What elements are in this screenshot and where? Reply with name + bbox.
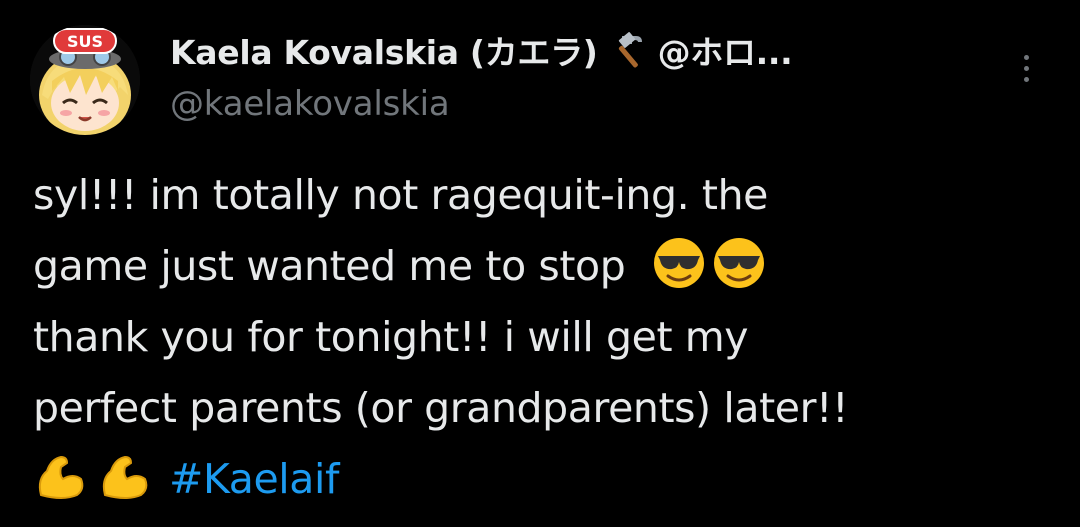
name-handle-suffix: @ホロ... xyxy=(657,33,793,72)
avatar-badge-text: SUS xyxy=(67,32,103,51)
display-name[interactable]: Kaela Kovalskia (カエラ) xyxy=(170,26,598,74)
flexed-biceps-icon xyxy=(33,449,87,503)
username[interactable]: @kaelakovalskia xyxy=(170,84,990,124)
tweet-header: Kaela Kovalskia (カエラ) @ホロ... @kaelakoval… xyxy=(170,22,990,124)
tweet-line-3: thank you for tonight!! i will get my xyxy=(33,313,749,361)
tweet-body: syl!!! im totally not ragequit-ing. the … xyxy=(33,160,1043,515)
more-dot xyxy=(1023,65,1029,71)
avatar[interactable]: SUS xyxy=(30,25,140,135)
tweet-line-2: game just wanted me to stop xyxy=(33,231,1043,302)
hammer-icon xyxy=(608,28,652,72)
avatar-image: SUS xyxy=(30,25,140,135)
smiling-face-with-sunglasses-icon xyxy=(652,236,706,290)
tweet-card: SUS Kaela Kovalskia (カエラ) @ホロ... @kaelak… xyxy=(0,0,1080,527)
hashtag-link[interactable]: #Kaelaif xyxy=(169,455,339,503)
more-options-button[interactable] xyxy=(1012,48,1040,88)
more-dot xyxy=(1023,76,1029,82)
tweet-line-1: syl!!! im totally not ragequit-ing. the xyxy=(33,171,768,219)
name-row: Kaela Kovalskia (カエラ) @ホロ... xyxy=(170,22,990,78)
tweet-line-5: #Kaelaif xyxy=(33,444,1043,515)
more-dot xyxy=(1023,54,1029,60)
smiling-face-with-sunglasses-icon xyxy=(712,236,766,290)
tweet-line-4: perfect parents (or grandparents) later!… xyxy=(33,384,849,432)
tweet-line-2-text: game just wanted me to stop xyxy=(33,242,626,290)
flexed-biceps-icon xyxy=(97,449,151,503)
